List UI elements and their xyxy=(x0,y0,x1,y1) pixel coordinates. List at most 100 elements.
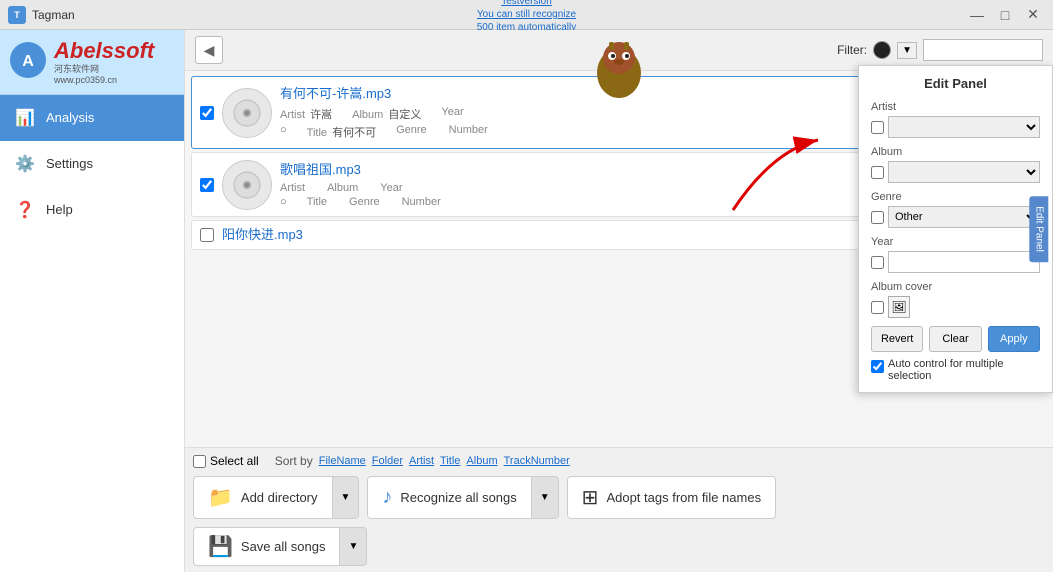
number-label-2: Number xyxy=(402,196,443,208)
song-checkbox-2[interactable] xyxy=(200,178,214,192)
edit-artist-label: Artist xyxy=(871,101,1040,113)
save-all-label: Save all songs xyxy=(241,539,326,554)
number-label-1: Number xyxy=(449,124,490,140)
add-directory-dropdown[interactable]: ▼ xyxy=(332,477,359,518)
filter-area: Filter: ▼ xyxy=(837,39,1043,61)
music-icon: ♪ xyxy=(382,486,392,509)
add-directory-button[interactable]: 📁 Add directory xyxy=(194,477,332,518)
edit-album-cover-label: Album cover xyxy=(871,281,1040,293)
sort-filename[interactable]: FileName xyxy=(319,455,366,467)
logo-area: A Abelssoft 河东软件网 www.pc0359.cn xyxy=(0,30,184,95)
content-area: ◀ Filter: ▼ xyxy=(185,30,1053,572)
edit-album-cover-checkbox[interactable] xyxy=(871,301,884,314)
logo-sub: 河东软件网 www.pc0359.cn xyxy=(54,64,154,86)
song-checkbox-1[interactable] xyxy=(200,106,214,120)
revert-button[interactable]: Revert xyxy=(871,326,923,352)
artist-label-2: Artist xyxy=(280,182,307,194)
edit-panel-tab[interactable]: Edit Panel xyxy=(1030,196,1049,262)
radio-empty: ○ xyxy=(280,124,287,140)
close-button[interactable]: ✕ xyxy=(1021,5,1045,25)
song-info-2: 歌唱祖国.mp3 Artist Album Year ○ Title Genre… xyxy=(280,159,904,210)
year-label-2: Year xyxy=(380,182,404,194)
second-row: 💾 Save all songs ▼ xyxy=(193,527,1045,566)
edit-year-inner xyxy=(871,251,1040,273)
back-button[interactable]: ◀ xyxy=(195,36,223,64)
edit-year-row: Year xyxy=(871,236,1040,273)
album-cover-icon[interactable]: 🖼 xyxy=(888,296,910,318)
adopt-tags-button[interactable]: ⊞ Adopt tags from file names xyxy=(568,477,775,518)
album-label-2: Album xyxy=(327,182,360,194)
filter-dropdown-button[interactable]: ▼ xyxy=(897,42,917,59)
sidebar-item-help[interactable]: ❓ Help xyxy=(0,187,184,233)
year-label-1: Year xyxy=(441,106,465,122)
song-checkbox-3[interactable] xyxy=(200,228,214,242)
recognize-all-dropdown[interactable]: ▼ xyxy=(531,477,558,518)
sort-album[interactable]: Album xyxy=(466,455,497,467)
sort-tracknumber[interactable]: TrackNumber xyxy=(504,455,570,467)
edit-genre-select[interactable]: Other xyxy=(888,206,1040,228)
app-title: Tagman xyxy=(32,8,75,22)
logo-icon-container: A xyxy=(8,40,48,83)
song-meta-row-1b: ○ Title 有何不可 Genre Number xyxy=(280,124,904,140)
sidebar: A Abelssoft 河东软件网 www.pc0359.cn 📊 Analys… xyxy=(0,30,185,572)
edit-album-label: Album xyxy=(871,146,1040,158)
genre-label-1: Genre xyxy=(396,124,429,140)
logo-sub-line1: 河东软件网 xyxy=(54,64,99,74)
radio-empty-2: ○ xyxy=(280,196,287,208)
sidebar-item-analysis[interactable]: 📊 Analysis xyxy=(0,95,184,141)
sidebar-label-help: Help xyxy=(46,202,73,217)
edit-artist-inner xyxy=(871,116,1040,138)
song-thumb-1 xyxy=(222,88,272,138)
sort-title[interactable]: Title xyxy=(440,455,460,467)
edit-auto-control: Auto control for multiple selection xyxy=(871,358,1040,382)
edit-album-select[interactable] xyxy=(888,161,1040,183)
window-controls: — □ ✕ xyxy=(965,5,1045,25)
help-icon: ❓ xyxy=(14,199,36,221)
watermark: Testversion You can still recognize 500 … xyxy=(477,0,577,34)
save-icon: 💾 xyxy=(208,534,233,559)
edit-artist-select[interactable] xyxy=(888,116,1040,138)
auto-control-checkbox[interactable] xyxy=(871,360,884,373)
add-directory-label: Add directory xyxy=(241,490,318,505)
maximize-button[interactable]: □ xyxy=(993,5,1017,25)
action-buttons-row: 📁 Add directory ▼ ♪ Recognize all songs … xyxy=(193,476,1045,519)
analysis-icon: 📊 xyxy=(14,107,36,129)
edit-year-input[interactable] xyxy=(888,251,1040,273)
sidebar-item-settings[interactable]: ⚙️ Settings xyxy=(0,141,184,187)
sidebar-label-settings: Settings xyxy=(46,156,93,171)
sort-artist[interactable]: Artist xyxy=(409,455,434,467)
song-filename-2: 歌唱祖国.mp3 xyxy=(280,159,904,178)
titlebar: T Tagman Testversion You can still recog… xyxy=(0,0,1053,30)
adopt-tags-group: ⊞ Adopt tags from file names xyxy=(567,476,776,519)
select-all-label: Select all xyxy=(210,454,259,468)
save-all-dropdown[interactable]: ▼ xyxy=(339,528,366,565)
apply-button[interactable]: Apply xyxy=(988,326,1040,352)
sort-folder[interactable]: Folder xyxy=(372,455,403,467)
auto-control-label: Auto control for multiple selection xyxy=(888,358,1040,382)
clear-button[interactable]: Clear xyxy=(929,326,981,352)
edit-artist-checkbox[interactable] xyxy=(871,121,884,134)
grid-icon: ⊞ xyxy=(582,485,599,510)
edit-genre-label: Genre xyxy=(871,191,1040,203)
select-all-checkbox[interactable] xyxy=(193,455,206,468)
main-layout: A Abelssoft 河东软件网 www.pc0359.cn 📊 Analys… xyxy=(0,30,1053,572)
edit-album-cover-row: Album cover 🖼 xyxy=(871,281,1040,318)
logo-sub-line2: www.pc0359.cn xyxy=(54,75,117,85)
filter-search-input[interactable] xyxy=(923,39,1043,61)
edit-artist-row: Artist xyxy=(871,101,1040,138)
recognize-all-button[interactable]: ♪ Recognize all songs xyxy=(368,477,530,518)
save-all-button[interactable]: 💾 Save all songs xyxy=(194,528,339,565)
edit-genre-row: Genre Other xyxy=(871,191,1040,228)
sort-label: Sort by xyxy=(275,454,313,468)
logo-text: Abelssoft 河东软件网 www.pc0359.cn xyxy=(54,38,154,86)
edit-genre-checkbox[interactable] xyxy=(871,211,884,224)
album-label-1: Album 自定义 xyxy=(352,106,421,122)
edit-album-inner xyxy=(871,161,1040,183)
song-info-1: 有何不可-许嵩.mp3 Artist 许嵩 Album 自定义 Year ○ T… xyxy=(280,83,904,142)
titlebar-left: T Tagman xyxy=(8,6,75,24)
edit-year-checkbox[interactable] xyxy=(871,256,884,269)
song-filename-1: 有何不可-许嵩.mp3 xyxy=(280,83,904,102)
minimize-button[interactable]: — xyxy=(965,5,989,25)
edit-year-label: Year xyxy=(871,236,1040,248)
edit-album-checkbox[interactable] xyxy=(871,166,884,179)
